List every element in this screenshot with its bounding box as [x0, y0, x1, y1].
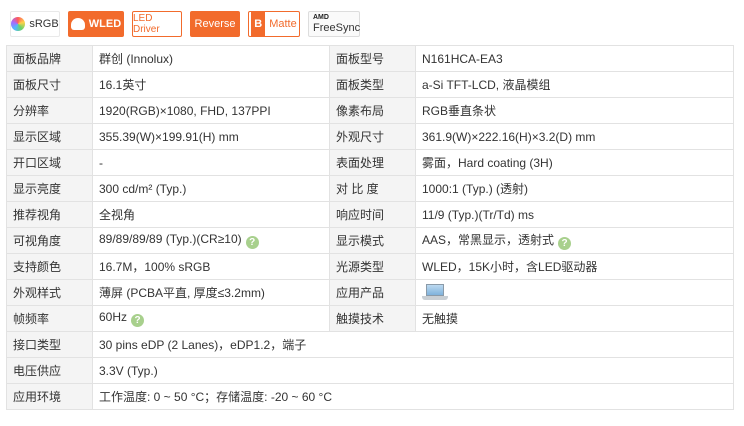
table-row: 电压供应 3.3V (Typ.) — [6, 357, 734, 384]
spec-key: 开口区域 — [6, 149, 93, 176]
feature-badges: sRGB WLED LED Driver Reverse B Matte AMD… — [10, 10, 360, 38]
spec-value: 工作温度: 0 ~ 50 °C；存储温度: -20 ~ 60 °C — [92, 383, 734, 410]
spec-key: 接口类型 — [6, 331, 93, 358]
spec-key: 显示区域 — [6, 123, 93, 150]
freesync-badge: AMD FreeSync — [308, 11, 360, 37]
spec-value-cell: AAS，常黑显示，透射式? — [415, 227, 734, 254]
spec-value: 300 cd/m² (Typ.) — [92, 175, 330, 202]
led-driver-badge: LED Driver — [132, 11, 182, 37]
wled-badge: WLED — [68, 11, 124, 37]
table-row: 面板品牌 群创 (Innolux) 面板型号 N161HCA-EA3 — [6, 45, 734, 72]
spec-value: 1000:1 (Typ.) (透射) — [415, 175, 734, 202]
spec-key: 推荐视角 — [6, 201, 93, 228]
srgb-label: sRGB — [29, 18, 59, 30]
color-wheel-icon — [11, 17, 26, 31]
spec-value: 16.1英寸 — [92, 71, 330, 98]
table-row: 推荐视角 全视角 响应时间 11/9 (Typ.)(Tr/Td) ms — [6, 201, 734, 228]
spec-value: a-Si TFT-LCD, 液晶模组 — [415, 71, 734, 98]
table-row: 接口类型 30 pins eDP (2 Lanes)，eDP1.2，端子 — [6, 331, 734, 358]
spec-value: 无触摸 — [415, 305, 734, 332]
matte-badge: B Matte — [248, 11, 300, 37]
table-row: 面板尺寸 16.1英寸 面板类型 a-Si TFT-LCD, 液晶模组 — [6, 71, 734, 98]
spec-key: 支持颜色 — [6, 253, 93, 280]
spec-value: 361.9(W)×222.16(H)×3.2(D) mm — [415, 123, 734, 150]
spec-key: 显示模式 — [329, 227, 416, 254]
laptop-icon — [422, 283, 448, 302]
spec-value: WLED，15K小时，含LED驱动器 — [415, 253, 734, 280]
table-row: 可视角度 89/89/89/89 (Typ.)(CR≥10)? 显示模式 AAS… — [6, 227, 734, 254]
spec-table: 面板品牌 群创 (Innolux) 面板型号 N161HCA-EA3 面板尺寸 … — [6, 45, 734, 410]
spec-key: 分辨率 — [6, 97, 93, 124]
led-driver-label: LED Driver — [133, 13, 160, 35]
spec-value: N161HCA-EA3 — [415, 45, 734, 72]
table-row: 分辨率 1920(RGB)×1080, FHD, 137PPI 像素布局 RGB… — [6, 97, 734, 124]
spec-key: 表面处理 — [329, 149, 416, 176]
table-row: 开口区域 - 表面处理 雾面，Hard coating (3H) — [6, 149, 734, 176]
spec-value: 16.7M，100% sRGB — [92, 253, 330, 280]
reverse-badge: Reverse — [190, 11, 240, 37]
spec-value: 60Hz — [99, 310, 128, 324]
spec-key: 应用产品 — [329, 279, 416, 306]
spec-value: 30 pins eDP (2 Lanes)，eDP1.2，端子 — [92, 331, 734, 358]
help-icon[interactable]: ? — [131, 314, 145, 327]
spec-key: 面板品牌 — [6, 45, 93, 72]
spec-key: 应用环境 — [6, 383, 93, 410]
table-row: 显示区域 355.39(W)×199.91(H) mm 外观尺寸 361.9(W… — [6, 123, 734, 150]
table-row: 显示亮度 300 cd/m² (Typ.) 对 比 度 1000:1 (Typ.… — [6, 175, 734, 202]
wled-label: WLED — [88, 18, 122, 30]
spec-key: 响应时间 — [329, 201, 416, 228]
help-icon[interactable]: ? — [245, 236, 259, 249]
table-row: 外观样式 薄屏 (PCBA平直, 厚度≤3.2mm) 应用产品 — [6, 279, 734, 306]
freesync-label: FreeSync — [313, 22, 361, 34]
spec-value-cell: 60Hz? — [92, 305, 330, 332]
matte-label: Matte — [269, 18, 297, 30]
help-icon[interactable]: ? — [558, 237, 572, 250]
spec-value: 群创 (Innolux) — [92, 45, 330, 72]
spec-value: RGB垂直条状 — [415, 97, 734, 124]
spec-key: 面板尺寸 — [6, 71, 93, 98]
srgb-badge: sRGB — [10, 11, 60, 37]
spec-key: 触摸技术 — [329, 305, 416, 332]
spec-value: AAS，常黑显示，透射式 — [422, 233, 555, 247]
spec-key: 面板类型 — [329, 71, 416, 98]
table-row: 帧频率 60Hz? 触摸技术 无触摸 — [6, 305, 734, 332]
spec-value-cell: 89/89/89/89 (Typ.)(CR≥10)? — [92, 227, 330, 254]
spec-value: 全视角 — [92, 201, 330, 228]
table-row: 应用环境 工作温度: 0 ~ 50 °C；存储温度: -20 ~ 60 °C — [6, 383, 734, 410]
spec-value: 薄屏 (PCBA平直, 厚度≤3.2mm) — [92, 279, 330, 306]
spec-key: 光源类型 — [329, 253, 416, 280]
spec-key: 帧频率 — [6, 305, 93, 332]
spec-value: 1920(RGB)×1080, FHD, 137PPI — [92, 97, 330, 124]
spec-value: 89/89/89/89 (Typ.)(CR≥10) — [99, 232, 242, 246]
spec-value: 355.39(W)×199.91(H) mm — [92, 123, 330, 150]
led-bulb-icon — [70, 18, 85, 30]
spec-value: 3.3V (Typ.) — [92, 357, 734, 384]
spec-key: 显示亮度 — [6, 175, 93, 202]
matte-b-icon: B — [251, 12, 266, 36]
table-row: 支持颜色 16.7M，100% sRGB 光源类型 WLED，15K小时，含LE… — [6, 253, 734, 280]
spec-value: 11/9 (Typ.)(Tr/Td) ms — [415, 201, 734, 228]
spec-key: 面板型号 — [329, 45, 416, 72]
spec-key: 对 比 度 — [329, 175, 416, 202]
spec-key: 电压供应 — [6, 357, 93, 384]
spec-key: 外观尺寸 — [329, 123, 416, 150]
spec-key: 可视角度 — [6, 227, 93, 254]
reverse-label: Reverse — [194, 18, 236, 30]
spec-value: 雾面，Hard coating (3H) — [415, 149, 734, 176]
amd-logo: AMD — [313, 14, 329, 21]
spec-key: 外观样式 — [6, 279, 93, 306]
spec-value-cell — [415, 279, 734, 306]
spec-value: - — [92, 149, 330, 176]
spec-key: 像素布局 — [329, 97, 416, 124]
